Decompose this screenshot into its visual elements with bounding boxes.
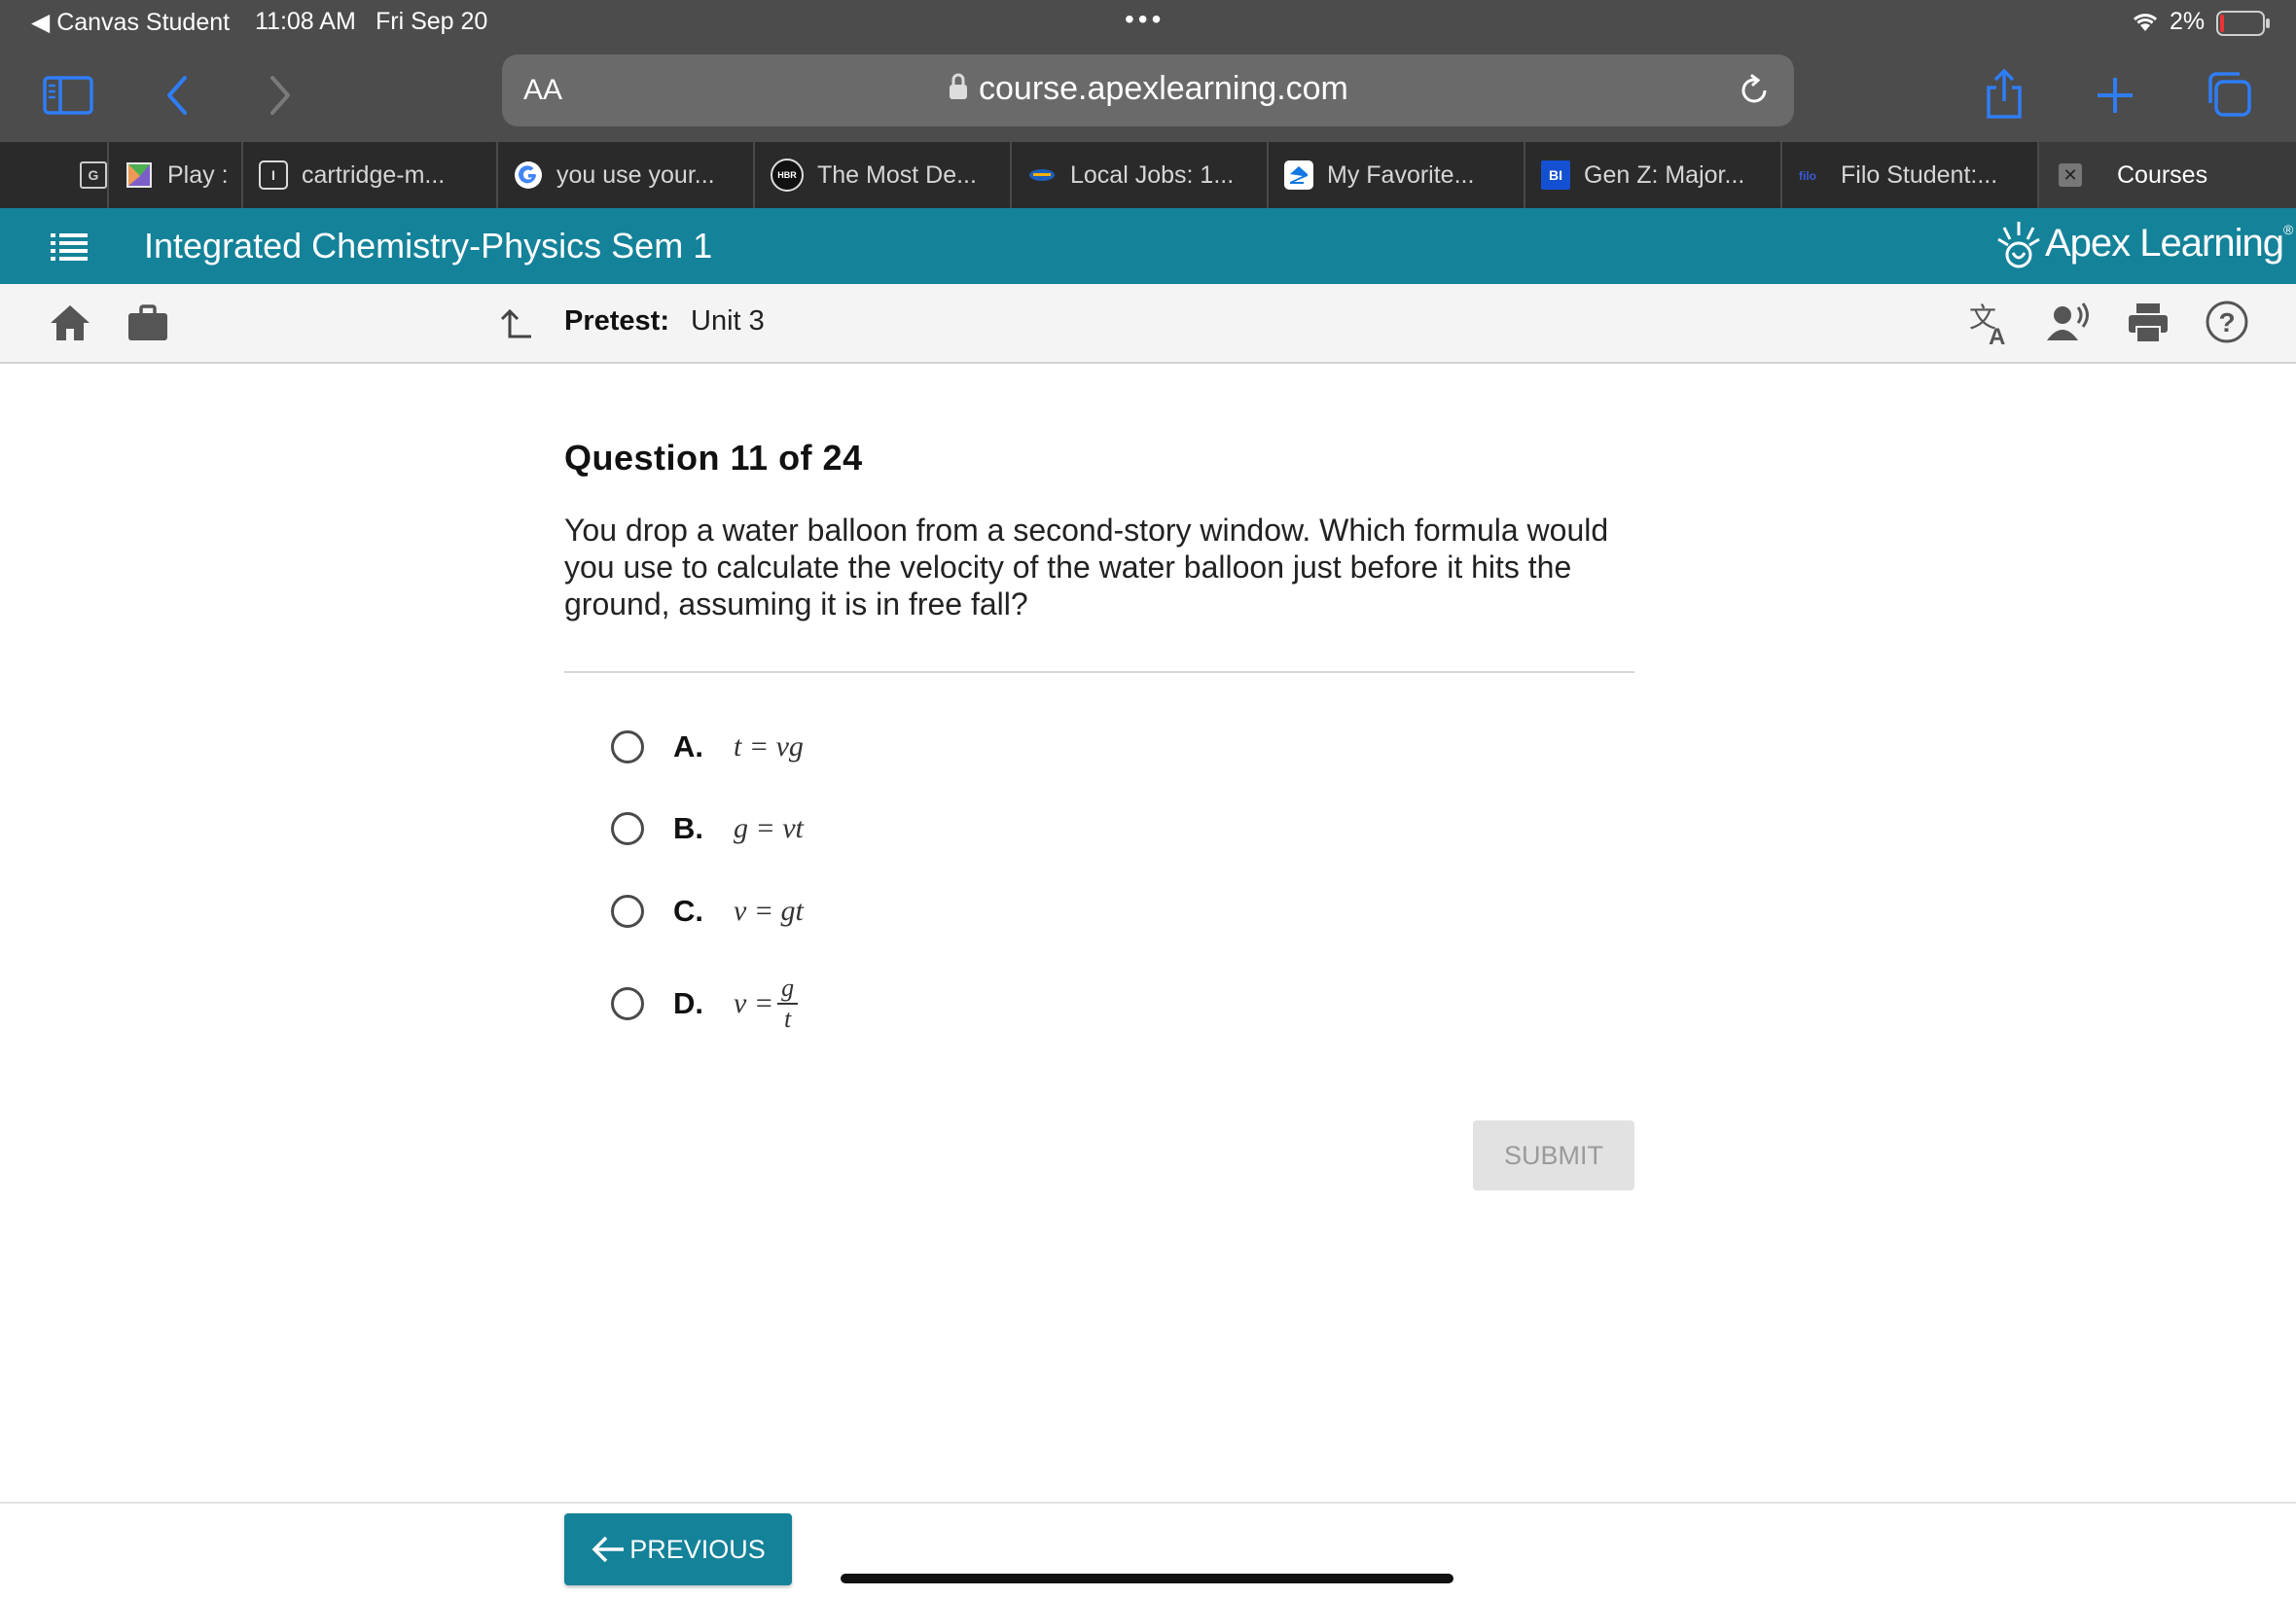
activity-type: Pretest: [564,305,669,337]
tab-zillow[interactable]: My Favorite... [1269,142,1525,208]
tab-label: Play : [167,160,229,189]
choice-formula: v = gt [734,895,804,927]
choice-letter: A. [673,729,703,763]
wifi-icon [2131,10,2160,40]
fraction-denominator: t [783,1005,792,1033]
close-tab-icon[interactable]: ✕ [2059,163,2082,187]
tab-overview-icon[interactable] [2201,64,2259,123]
play-favicon-icon [125,160,154,190]
return-up-arrow-icon[interactable] [498,307,533,347]
answer-choice-c[interactable]: C. v = gt [611,882,1156,940]
lock-icon [948,72,969,106]
print-icon[interactable] [2127,302,2170,349]
help-icon[interactable]: ? [2205,300,2249,349]
cartridge-favicon: I [259,160,288,190]
formula-lhs: v = [734,987,774,1019]
back-chevron-icon[interactable] [148,64,206,123]
activity-unit: Unit 3 [691,305,765,337]
back-to-app[interactable]: ◀ Canvas Student [31,8,230,37]
local-jobs-favicon-icon [1027,160,1057,190]
answer-choice-d[interactable]: D. v = g t [611,963,1156,1045]
back-triangle-icon: ◀ [31,9,51,36]
share-icon[interactable] [1975,64,2033,123]
tab-filo[interactable]: filo Filo Student:... [1782,142,2039,208]
filo-favicon-icon: filo [1798,160,1827,190]
url-text: course.apexlearning.com [979,70,1348,107]
svg-text:filo: filo [1799,169,1816,183]
tab-strip: G Play : I cartridge-m... you use your..… [0,142,2296,208]
address-bar[interactable]: AA course.apexlearning.com [502,54,1794,126]
radio-button[interactable] [611,895,644,928]
choice-formula: t = vg [734,730,804,763]
choice-letter: D. [673,986,703,1020]
browser-toolbar: AA course.apexlearning.com [0,45,2296,142]
google-docs-favicon: G [80,161,107,189]
fraction-numerator: g [777,974,799,1005]
bi-favicon: BI [1541,160,1570,190]
battery-icon [2216,11,2271,43]
google-favicon-icon [514,160,543,190]
course-header: Integrated Chemistry-Physics Sem 1 Apex … [0,208,2296,284]
choice-letter: C. [673,894,703,928]
forward-chevron-icon[interactable] [249,64,307,123]
svg-text:A: A [1989,324,2005,346]
apex-brand-name: Apex Learning® [2045,222,2293,265]
tab-cartridge[interactable]: I cartridge-m... [243,142,498,208]
multitasking-dots-icon[interactable]: ••• [1125,4,1165,35]
tab-label: Local Jobs: 1... [1070,160,1235,189]
tab-hbr[interactable]: HBR The Most De... [755,142,1012,208]
tab-label: you use your... [556,160,715,189]
tab-label: The Most De... [817,160,977,189]
answer-choice-a[interactable]: A. t = vg [611,718,1156,776]
tab-label: Filo Student:... [1841,160,1998,189]
home-indicator[interactable] [841,1574,1453,1583]
previous-button[interactable]: PREVIOUS [564,1513,792,1585]
reload-icon[interactable] [1736,72,1773,114]
choice-formula: g = vt [734,812,804,844]
tab-label: Courses [2117,160,2208,189]
radio-button[interactable] [611,812,644,845]
read-aloud-icon[interactable] [2047,302,2092,349]
tab-business-insider[interactable]: BI Gen Z: Major... [1525,142,1782,208]
course-title: Integrated Chemistry-Physics Sem 1 [144,226,713,266]
svg-text:?: ? [2218,307,2235,337]
question-divider [564,671,1634,673]
status-bar: ◀ Canvas Student 11:08 AM Fri Sep 20 •••… [0,0,2296,45]
choice-letter: B. [673,811,703,845]
tab-local-jobs[interactable]: Local Jobs: 1... [1012,142,1269,208]
tab-google-docs[interactable]: G [0,142,109,208]
battery-percent: 2% [2170,8,2206,35]
tab-play[interactable]: Play : [109,142,243,208]
question-heading: Question 11 of 24 [564,438,863,478]
radio-button[interactable] [611,987,644,1020]
tab-label: Gen Z: Major... [1584,160,1745,189]
tab-label: cartridge-m... [302,160,446,189]
menu-list-icon[interactable] [51,231,90,266]
choice-formula: v = g t [734,974,799,1034]
question-text: You drop a water balloon from a second-s… [564,513,1609,621]
status-time: 11:08 AM [255,8,356,35]
answer-choice-b[interactable]: B. g = vt [611,799,1156,858]
tab-label: My Favorite... [1327,160,1475,189]
activity-toolbar: Pretest: Unit 3 文A ? [0,284,2296,364]
sidebar-toggle-icon[interactable] [39,64,97,123]
submit-button[interactable]: SUBMIT [1473,1120,1634,1190]
previous-label: PREVIOUS [629,1534,766,1564]
status-date: Fri Sep 20 [376,8,488,35]
zillow-favicon-icon [1284,160,1313,190]
translate-icon[interactable]: 文A [1969,302,2014,351]
tab-courses-active[interactable]: ✕ Courses [2039,142,2296,208]
bottom-navigation: PREVIOUS [0,1502,2296,1597]
tab-google-search[interactable]: you use your... [498,142,755,208]
reader-view-button[interactable]: AA [523,74,562,107]
hbr-favicon: HBR [771,159,804,192]
new-tab-plus-icon[interactable] [2086,64,2144,123]
radio-button[interactable] [611,730,644,763]
left-arrow-icon [592,1536,625,1563]
home-icon[interactable] [49,303,91,347]
briefcase-icon[interactable] [126,303,169,347]
apex-logo-icon [1996,220,2041,277]
fraction: g t [777,974,799,1034]
